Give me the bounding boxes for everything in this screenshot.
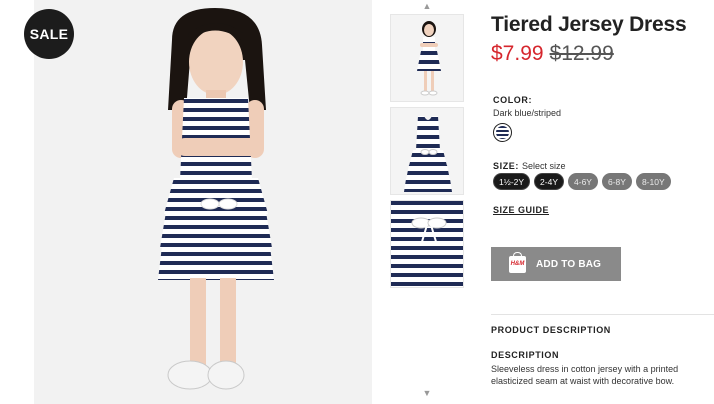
- size-option-8-10y[interactable]: 8-10Y: [635, 173, 671, 190]
- thumbnail-dress-flat[interactable]: [390, 107, 464, 195]
- sale-badge: SALE: [24, 9, 74, 59]
- color-value: Dark blue/striped: [493, 108, 562, 118]
- thumbnail-dress-icon: [391, 108, 463, 194]
- girl-in-dress-illustration: [0, 0, 372, 404]
- main-product-image[interactable]: SALE: [0, 0, 372, 404]
- chevron-up-icon[interactable]: ▲: [386, 1, 468, 11]
- original-price: $12.99: [549, 42, 614, 65]
- size-options: 1½-2Y 2-4Y 4-6Y 6-8Y 8-10Y: [493, 173, 671, 190]
- section-divider: [491, 314, 714, 315]
- product-title: Tiered Jersey Dress: [491, 13, 687, 36]
- product-description-heading[interactable]: PRODUCT DESCRIPTION: [491, 325, 611, 335]
- add-to-bag-button[interactable]: H&M ADD TO BAG: [491, 247, 621, 281]
- size-option-4-6y[interactable]: 4-6Y: [568, 173, 598, 190]
- thumbnail-strip: ▲ ▼: [386, 0, 468, 404]
- size-option-2-4y[interactable]: 2-4Y: [534, 173, 565, 190]
- price-row: $7.99 $12.99: [491, 42, 614, 66]
- thumbnail-fabric-detail[interactable]: [390, 200, 464, 288]
- size-hint: Select size: [522, 161, 566, 171]
- add-to-bag-label: ADD TO BAG: [536, 258, 602, 270]
- size-option-1-2y[interactable]: 1½-2Y: [493, 173, 531, 190]
- size-label: SIZE:: [493, 161, 520, 171]
- shopping-bag-icon: H&M: [509, 251, 526, 273]
- bag-icon-text: H&M: [510, 261, 525, 267]
- stripe-swatch-icon: [496, 126, 509, 139]
- size-option-6-8y[interactable]: 6-8Y: [601, 173, 632, 190]
- description-text: Sleeveless dress in cotton jersey with a…: [491, 364, 679, 386]
- description-heading: DESCRIPTION: [491, 350, 560, 360]
- sale-price: $7.99: [491, 42, 544, 65]
- size-guide-link[interactable]: SIZE GUIDE: [493, 205, 549, 215]
- color-swatch-dark-blue-striped[interactable]: [493, 123, 512, 142]
- thumbnail-fabric-icon: [391, 201, 463, 287]
- thumbnail-full-body[interactable]: [390, 14, 464, 102]
- thumbnail-girl-icon: [391, 15, 463, 101]
- color-label: COLOR:: [493, 95, 533, 105]
- size-row: SIZE: Select size: [493, 156, 566, 174]
- chevron-down-icon[interactable]: ▼: [386, 388, 468, 398]
